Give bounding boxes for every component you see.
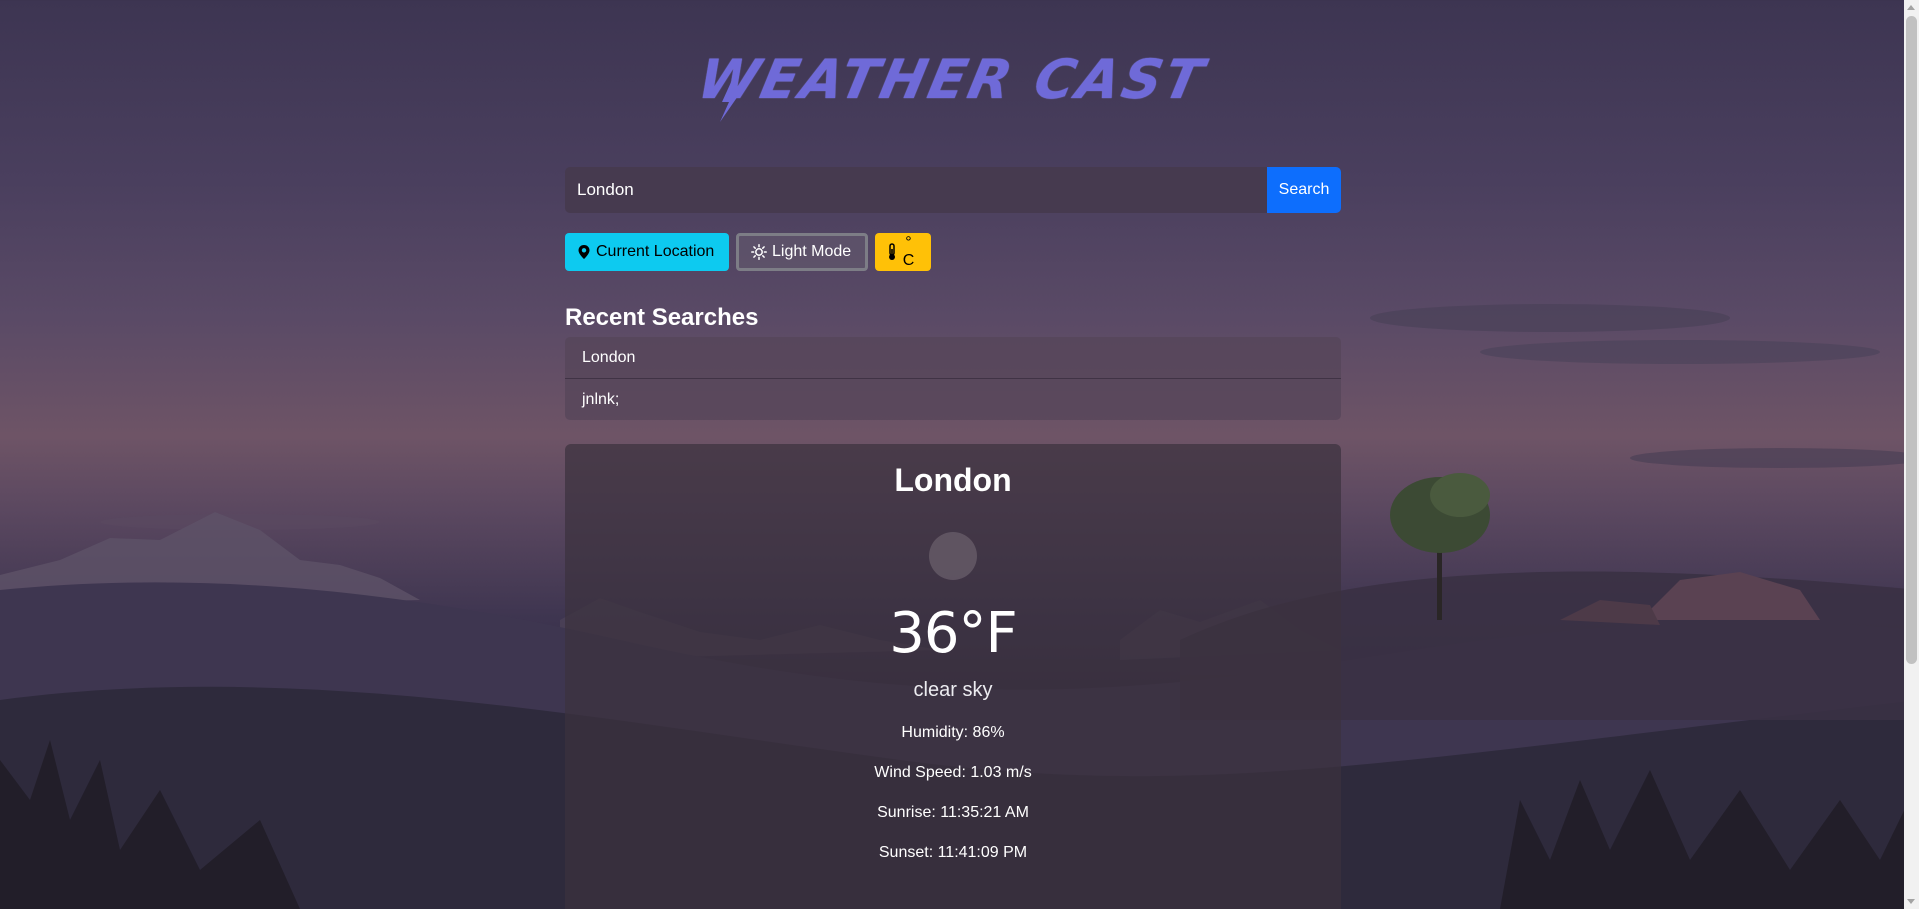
wind-speed: Wind Speed: 1.03 m/s (874, 764, 1032, 781)
action-buttons: Current Location Light Mode ° C (565, 233, 1341, 271)
city-name: London (894, 462, 1012, 498)
sunrise: Sunrise: 11:35:21 AM (877, 804, 1029, 821)
recent-search-item[interactable]: London (565, 337, 1341, 378)
current-location-label: Current Location (596, 243, 715, 260)
light-mode-button[interactable]: Light Mode (736, 233, 868, 271)
scroll-down-arrow-icon[interactable] (1907, 899, 1915, 904)
unit-label: ° C (902, 234, 915, 269)
current-location-button[interactable]: Current Location (565, 233, 729, 271)
recent-searches-title: Recent Searches (565, 304, 759, 331)
vertical-scrollbar[interactable] (1904, 0, 1919, 909)
scrollbar-thumb[interactable] (1906, 16, 1917, 664)
recent-searches-list: London jnlnk; (565, 337, 1341, 420)
weather-description: clear sky (913, 679, 993, 701)
temperature: 36°F (889, 601, 1017, 666)
search-bar: Search (565, 167, 1341, 213)
thermometer-icon (889, 243, 895, 260)
weather-card: London 36°F clear sky Humidity: 86% Wind… (565, 444, 1341, 909)
search-button[interactable]: Search (1267, 167, 1341, 213)
unit-toggle-button[interactable]: ° C (875, 233, 931, 271)
sun-icon (751, 244, 767, 260)
weather-condition-icon (929, 532, 977, 580)
scroll-up-arrow-icon[interactable] (1907, 5, 1915, 10)
weather-details: Humidity: 86% Wind Speed: 1.03 m/s Sunri… (565, 713, 1341, 873)
sunset: Sunset: 11:41:09 PM (878, 844, 1028, 861)
light-mode-label: Light Mode (772, 243, 852, 260)
search-input[interactable] (565, 167, 1267, 213)
app-logo: WEATHER CAST (692, 48, 1212, 111)
lightning-bolt-icon (720, 80, 738, 122)
humidity: Humidity: 86% (901, 724, 1005, 741)
location-pin-icon (578, 245, 590, 259)
recent-search-item[interactable]: jnlnk; (565, 378, 1341, 420)
main-container: Search Current Location (565, 167, 1341, 909)
